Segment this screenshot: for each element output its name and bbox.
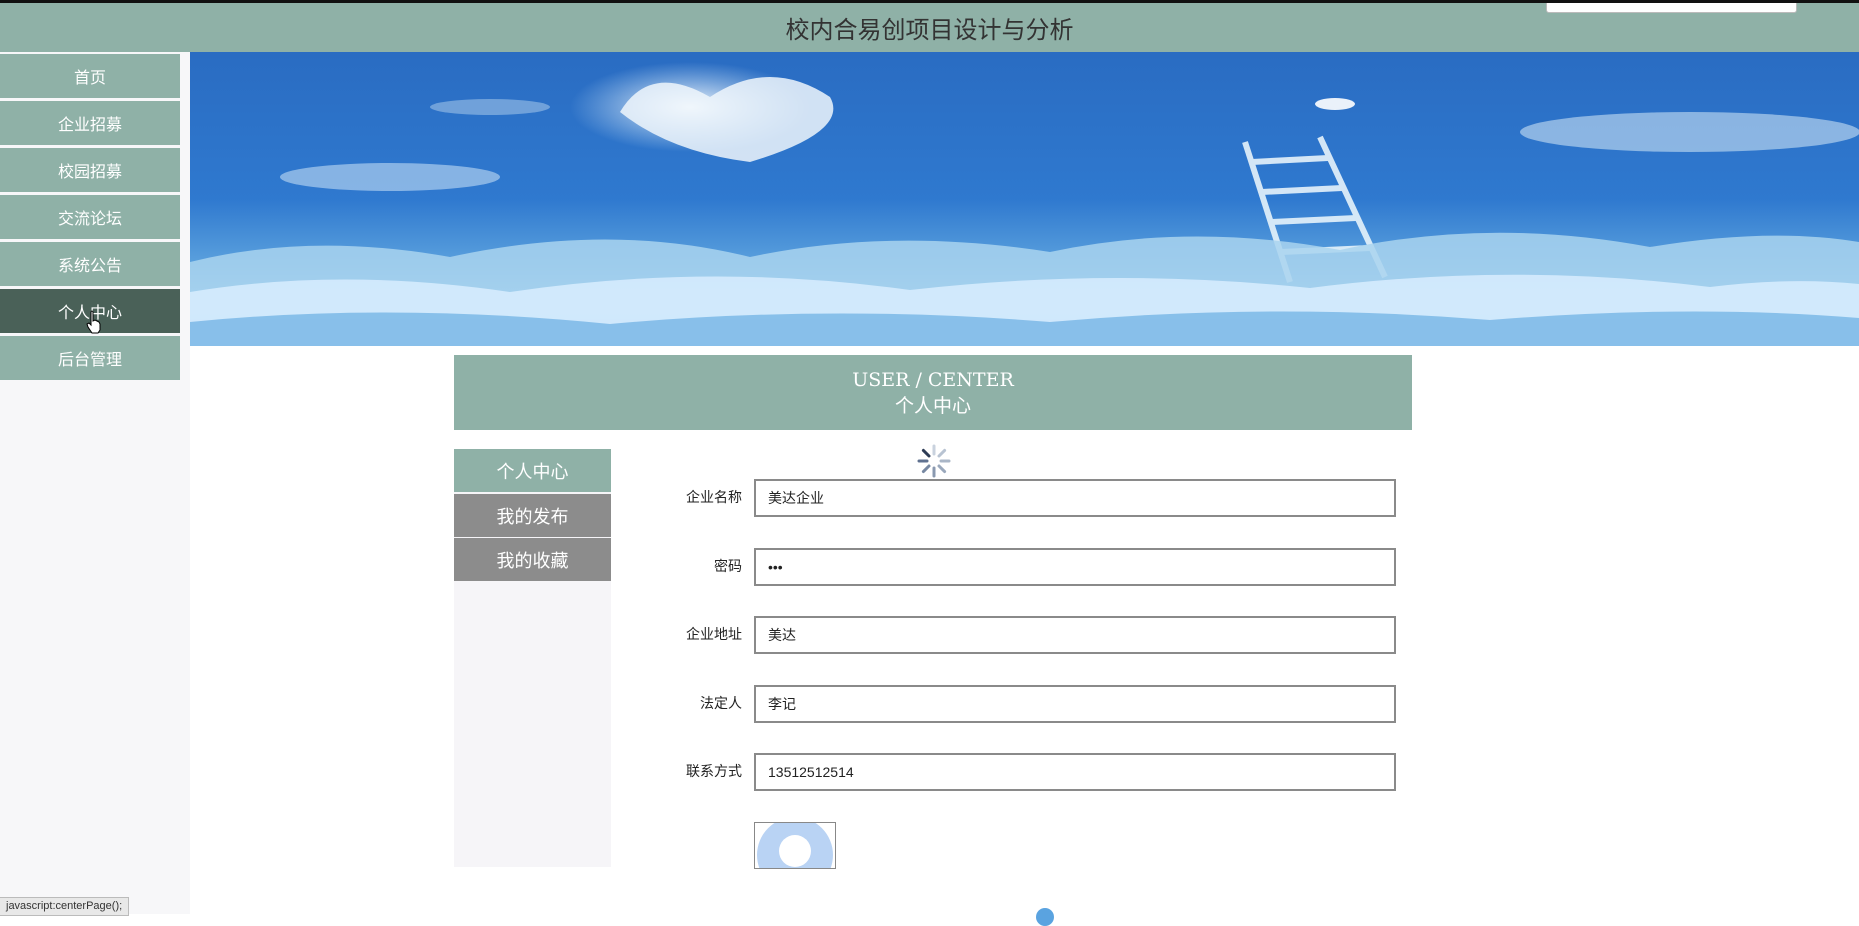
avatar-placeholder-icon xyxy=(757,823,833,868)
company-name-input[interactable] xyxy=(754,479,1396,517)
sidebar-item-label: 交流论坛 xyxy=(57,209,122,228)
company-address-input[interactable] xyxy=(754,616,1396,654)
sidebar-item-label: 系统公告 xyxy=(57,256,122,275)
subnav-item-label: 我的收藏 xyxy=(496,550,569,572)
loading-spinner-icon xyxy=(917,444,951,478)
sidebar-item-enterprise-recruit[interactable]: 企业招募 xyxy=(0,101,180,145)
contact-label: 联系方式 xyxy=(686,764,742,780)
hero-banner xyxy=(190,52,1859,346)
sidebar-item-forum[interactable]: 交流论坛 xyxy=(0,195,180,239)
sidebar-item-home[interactable]: 首页 xyxy=(0,54,180,98)
company-name-label: 企业名称 xyxy=(686,490,742,506)
legal-person-label: 法定人 xyxy=(700,696,742,712)
company-address-label: 企业地址 xyxy=(686,627,742,643)
sidebar-item-label: 校园招募 xyxy=(57,162,122,181)
header-search-box[interactable] xyxy=(1546,3,1797,13)
user-center-header: USER / CENTER 个人中心 xyxy=(454,355,1412,430)
section-title-en: USER / CENTER xyxy=(852,368,1014,391)
sky-clouds-illustration xyxy=(190,62,1859,346)
status-bar-url: javascript:centerPage(); xyxy=(0,897,130,916)
subnav-item-my-favorites[interactable]: 我的收藏 xyxy=(454,538,611,581)
contact-input[interactable] xyxy=(754,753,1396,791)
sidebar-item-campus-recruit[interactable]: 校园招募 xyxy=(0,148,180,192)
sidebar-nav: 首页 企业招募 校园招募 交流论坛 系统公告 个人中心 后台管理 xyxy=(0,52,190,914)
site-title: 校内合易创项目设计与分析 xyxy=(785,16,1074,44)
hand-cursor-icon xyxy=(86,310,101,334)
site-header: 校内合易创项目设计与分析 xyxy=(0,3,1859,52)
user-center-subnav: 个人中心 我的发布 我的收藏 xyxy=(454,449,611,867)
sidebar-item-announcements[interactable]: 系统公告 xyxy=(0,242,180,286)
avatar-upload[interactable] xyxy=(754,822,836,869)
sidebar-item-label: 企业招募 xyxy=(57,115,122,134)
subnav-item-label: 个人中心 xyxy=(496,461,569,483)
section-title-cn: 个人中心 xyxy=(894,394,971,417)
subnav-item-my-posts[interactable]: 我的发布 xyxy=(454,494,611,537)
legal-person-input[interactable] xyxy=(754,685,1396,723)
scroll-top-button[interactable] xyxy=(1036,908,1054,926)
password-input[interactable] xyxy=(754,548,1396,586)
subnav-item-label: 我的发布 xyxy=(496,506,569,528)
sidebar-item-label: 首页 xyxy=(73,68,106,87)
sidebar-item-admin[interactable]: 后台管理 xyxy=(0,336,180,380)
subnav-item-personal-center[interactable]: 个人中心 xyxy=(454,449,611,492)
password-label: 密码 xyxy=(714,559,742,575)
sidebar-item-label: 后台管理 xyxy=(57,350,122,369)
